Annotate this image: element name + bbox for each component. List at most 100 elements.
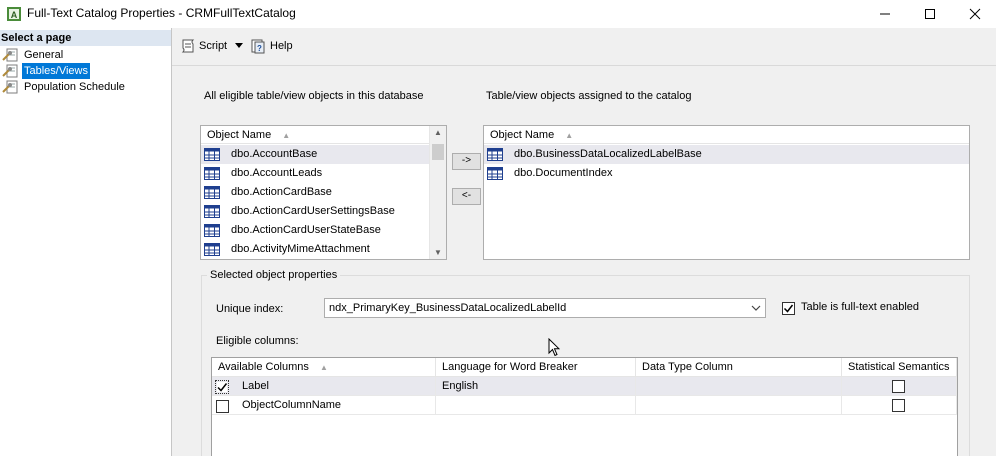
wrench-page-icon xyxy=(2,80,18,94)
language-cell[interactable]: English xyxy=(436,377,636,396)
list-item[interactable]: dbo.DocumentIndex xyxy=(484,164,969,183)
wrench-page-icon xyxy=(2,64,18,78)
list-item-label: dbo.ActivityMimeAttachment xyxy=(231,243,370,255)
maximize-button[interactable] xyxy=(907,0,953,28)
sort-ascending-icon: ▲ xyxy=(319,363,328,372)
window-title: Full-Text Catalog Properties - CRMFullTe… xyxy=(27,6,296,20)
semantics-cell[interactable] xyxy=(842,396,957,415)
assigned-objects-list[interactable]: Object Name ▲ dbo.BusinessDataLocalizedL… xyxy=(483,125,970,260)
object-name-header-label: Object Name xyxy=(207,129,272,141)
statistical-semantics-checkbox[interactable] xyxy=(892,380,905,393)
script-label: Script xyxy=(199,40,228,52)
grid-header-statistical-semantics[interactable]: Statistical Semantics xyxy=(842,358,957,377)
eligible-header[interactable]: Object Name ▲ xyxy=(201,126,430,144)
list-item[interactable]: dbo.ActivityMimeAttachment xyxy=(201,240,430,259)
list-item[interactable]: dbo.ActionCardUserSettingsBase xyxy=(201,202,430,221)
table-icon xyxy=(204,167,220,180)
app-icon: A xyxy=(6,6,22,22)
unique-index-select[interactable]: ndx_PrimaryKey_BusinessDataLocalizedLabe… xyxy=(324,298,766,318)
list-item[interactable]: dbo.ActionCardBase xyxy=(201,183,430,202)
list-item[interactable]: dbo.AccountBase xyxy=(201,145,430,164)
header-label: Available Columns xyxy=(218,361,309,373)
language-cell[interactable] xyxy=(436,396,636,415)
page-item-label: Population Schedule xyxy=(24,81,125,93)
wrench-page-icon xyxy=(2,48,18,62)
table-icon xyxy=(487,167,503,180)
list-item-label: dbo.BusinessDataLocalizedLabelBase xyxy=(514,148,702,160)
grid-header-language[interactable]: Language for Word Breaker xyxy=(436,358,636,377)
column-include-checkbox[interactable] xyxy=(217,382,228,392)
sort-ascending-icon: ▲ xyxy=(282,131,291,140)
table-icon xyxy=(204,186,220,199)
minimize-icon xyxy=(880,13,890,15)
vertical-scrollbar[interactable]: ▲ ▼ xyxy=(429,126,446,259)
list-item[interactable]: dbo.ActionCardUserStateBase xyxy=(201,221,430,240)
svg-text:?: ? xyxy=(257,44,262,53)
list-item-label: dbo.ActionCardUserSettingsBase xyxy=(231,205,395,217)
scroll-up-icon[interactable]: ▲ xyxy=(430,128,446,137)
close-icon xyxy=(969,8,981,20)
list-item[interactable]: dbo.BusinessDataLocalizedLabelBase xyxy=(484,145,969,164)
list-item-label: dbo.ActionCardUserStateBase xyxy=(231,224,381,236)
semantics-cell[interactable] xyxy=(842,377,957,396)
column-name: ObjectColumnName xyxy=(242,399,342,411)
unique-index-label: Unique index: xyxy=(216,303,284,315)
add-object-button[interactable]: -> xyxy=(452,153,481,170)
script-button[interactable]: Script xyxy=(178,37,246,55)
page-selector-header: Select a page xyxy=(0,30,171,46)
svg-text:A: A xyxy=(11,10,18,20)
table-icon xyxy=(204,243,220,256)
fulltext-enabled-label: Table is full-text enabled xyxy=(801,301,920,313)
assigned-caption: Table/view objects assigned to the catal… xyxy=(486,90,692,102)
help-button[interactable]: ? Help xyxy=(250,37,298,55)
table-icon xyxy=(204,224,220,237)
scroll-thumb[interactable] xyxy=(432,144,444,160)
column-include-checkbox-focus[interactable] xyxy=(215,380,229,394)
fulltext-enabled-checkbox[interactable] xyxy=(782,302,795,315)
list-item[interactable]: dbo.AccountLeads xyxy=(201,164,430,183)
eligible-caption: All eligible table/view objects in this … xyxy=(204,90,424,102)
help-book-icon: ? xyxy=(251,39,265,54)
page-item-label: General xyxy=(24,49,64,61)
sort-ascending-icon: ▲ xyxy=(565,131,574,140)
page-item-population-schedule[interactable]: Population Schedule xyxy=(0,79,171,95)
object-name-header-label: Object Name xyxy=(490,129,555,141)
chevron-down-icon xyxy=(751,305,761,311)
list-item-label: dbo.DocumentIndex xyxy=(514,167,613,179)
help-label: Help xyxy=(270,40,293,52)
page-item-label: Tables/Views xyxy=(22,63,90,79)
table-icon xyxy=(487,148,503,161)
grid-header-available-columns[interactable]: Available Columns ▲ xyxy=(212,358,436,377)
table-row[interactable]: ObjectColumnName xyxy=(212,396,436,415)
column-name: Label xyxy=(242,380,269,392)
data-type-cell[interactable] xyxy=(636,377,842,396)
scroll-down-icon[interactable]: ▼ xyxy=(430,248,446,257)
table-icon xyxy=(204,148,220,161)
page-item-tables-views[interactable]: Tables/Views xyxy=(0,63,171,79)
table-row[interactable]: Label xyxy=(212,377,436,396)
minimize-button[interactable] xyxy=(862,0,908,28)
assigned-header[interactable]: Object Name ▲ xyxy=(484,126,969,144)
eligible-objects-list[interactable]: Object Name ▲ dbo.AccountBase dbo.Accoun… xyxy=(200,125,447,260)
checkmark-icon xyxy=(217,383,228,392)
statistical-semantics-checkbox[interactable] xyxy=(892,399,905,412)
chevron-down-icon xyxy=(235,43,243,48)
eligible-columns-label: Eligible columns: xyxy=(216,335,299,347)
eligible-columns-grid[interactable]: Available Columns ▲ Language for Word Br… xyxy=(211,357,958,456)
grid-header-data-type[interactable]: Data Type Column xyxy=(636,358,842,377)
list-item-label: dbo.AccountLeads xyxy=(231,167,323,179)
unique-index-value: ndx_PrimaryKey_BusinessDataLocalizedLabe… xyxy=(329,302,567,314)
close-button[interactable] xyxy=(952,0,996,28)
checkmark-icon xyxy=(783,304,794,313)
maximize-icon xyxy=(925,9,935,19)
list-item-label: dbo.ActionCardBase xyxy=(231,186,332,198)
remove-object-button[interactable]: <- xyxy=(452,188,481,205)
group-title: Selected object properties xyxy=(207,269,341,281)
script-icon xyxy=(181,39,195,53)
table-icon xyxy=(204,205,220,218)
mouse-cursor-icon xyxy=(548,338,560,357)
column-include-checkbox[interactable] xyxy=(216,400,229,413)
data-type-cell[interactable] xyxy=(636,396,842,415)
list-item-label: dbo.AccountBase xyxy=(231,148,318,160)
page-item-general[interactable]: General xyxy=(0,47,171,63)
